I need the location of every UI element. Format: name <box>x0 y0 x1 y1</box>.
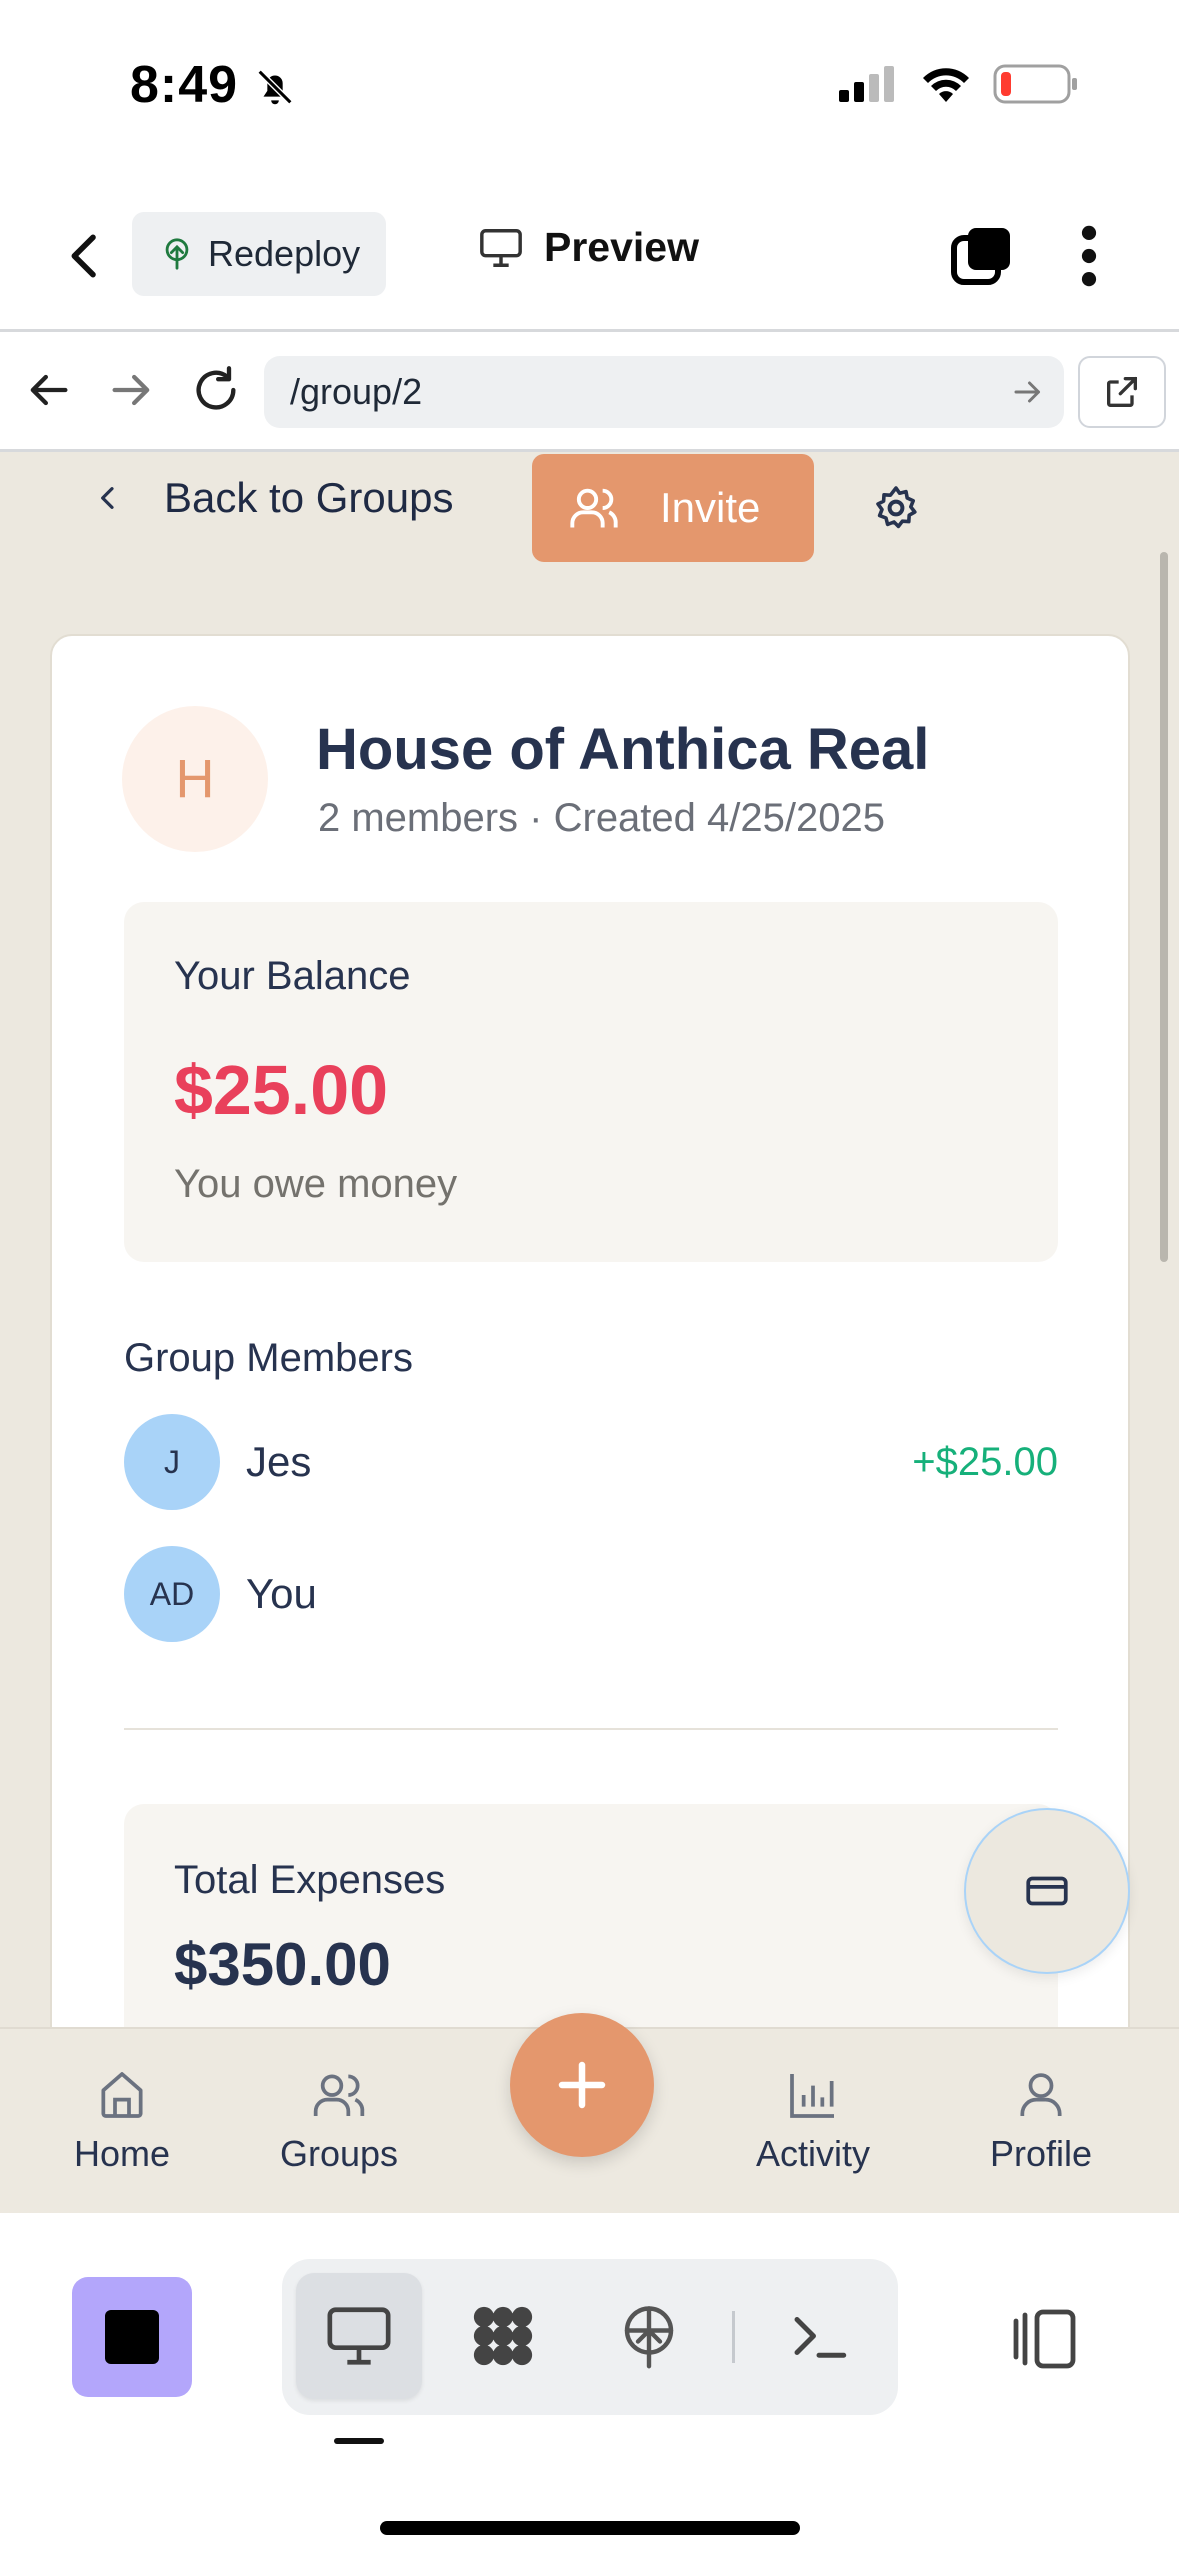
back-to-groups-label: Back to Groups <box>164 474 454 521</box>
monitor-icon <box>480 228 522 267</box>
add-expense-button[interactable] <box>510 2013 654 2157</box>
active-indicator <box>334 2438 384 2444</box>
browser-bar: /group/2 <box>0 332 1179 450</box>
nav-activity[interactable]: Activity <box>756 2067 870 2175</box>
reload-icon[interactable] <box>190 364 242 416</box>
member-row[interactable]: AD You <box>124 1546 1058 1642</box>
member-avatar: J <box>124 1414 220 1510</box>
members-title: Group Members <box>124 1336 413 1380</box>
plus-icon <box>558 2061 606 2109</box>
balance-panel: Your Balance $25.00 You owe money <box>124 902 1058 1262</box>
member-avatar: AD <box>124 1546 220 1642</box>
balance-amount: $25.00 <box>174 1051 389 1129</box>
home-indicator[interactable] <box>380 2521 800 2535</box>
total-expenses-panel: Total Expenses $350.00 <box>124 1804 1058 2027</box>
back-to-groups-link[interactable]: Back to Groups <box>92 474 453 522</box>
member-name: Jes <box>246 1438 312 1485</box>
preview-tool-button[interactable] <box>296 2273 422 2399</box>
users-icon <box>313 2074 365 2116</box>
status-time: 8:49 <box>130 56 239 114</box>
group-card: H House of Anthica Real 2 members · Crea… <box>50 634 1130 2027</box>
group-avatar: H <box>122 706 268 852</box>
more-vertical-icon[interactable] <box>1072 224 1106 288</box>
status-indicators <box>839 64 1079 104</box>
deploy-tree-icon <box>165 238 189 270</box>
deploy-tool-button[interactable] <box>586 2273 712 2399</box>
external-link-icon <box>1107 377 1137 407</box>
tabs-stack-icon[interactable] <box>950 224 1014 288</box>
url-text: /group/2 <box>290 371 423 412</box>
go-arrow-icon[interactable] <box>1010 374 1046 410</box>
total-expenses-label: Total Expenses <box>174 1858 446 1902</box>
stop-button[interactable] <box>72 2277 192 2397</box>
preview-tab[interactable]: Preview <box>478 224 699 271</box>
member-balance: +$25.00 <box>912 1439 1058 1484</box>
redeploy-button[interactable]: Redeploy <box>132 212 386 296</box>
group-header: Back to Groups Invite <box>0 452 1179 567</box>
monitor-icon <box>327 2307 391 2365</box>
group-title: House of Anthica Real <box>316 717 930 782</box>
credit-card-icon <box>1026 1876 1068 1906</box>
member-row[interactable]: J Jes +$25.00 <box>124 1414 1058 1510</box>
url-input[interactable]: /group/2 <box>264 356 1064 428</box>
invite-button[interactable]: Invite <box>532 454 814 562</box>
divider <box>732 2311 735 2363</box>
editor-toolbar <box>0 2213 1179 2556</box>
agent-tool-button[interactable] <box>440 2273 566 2399</box>
users-icon <box>570 488 618 528</box>
nav-activity-label: Activity <box>756 2133 871 2174</box>
forward-arrow-icon[interactable] <box>106 364 158 416</box>
app-content: Back to Groups Invite H House of Anthica… <box>0 452 1179 2027</box>
nav-groups[interactable]: Groups <box>280 2067 398 2175</box>
bar-chart-icon <box>790 2074 834 2118</box>
nav-home[interactable]: Home <box>74 2067 170 2175</box>
home-icon <box>101 2072 143 2118</box>
scrollbar[interactable] <box>1160 552 1168 1262</box>
gear-icon[interactable] <box>872 484 920 532</box>
app-bar: Redeploy Preview <box>0 200 1179 330</box>
nav-profile[interactable]: Profile <box>990 2067 1092 2175</box>
member-name: You <box>246 1570 317 1617</box>
user-icon <box>1020 2073 1062 2116</box>
status-bar: 8:49 <box>0 0 1179 170</box>
balance-label: Your Balance <box>174 954 411 998</box>
preview-label: Preview <box>544 224 699 270</box>
back-arrow-icon[interactable] <box>22 364 74 416</box>
total-expenses-amount: $350.00 <box>174 1931 391 1998</box>
open-external-button[interactable] <box>1078 356 1166 428</box>
nav-profile-label: Profile <box>990 2133 1093 2174</box>
terminal-icon <box>794 2317 847 2358</box>
cellular-signal-icon <box>839 66 894 102</box>
shell-tool-button[interactable] <box>756 2273 882 2399</box>
stop-icon <box>105 2310 159 2364</box>
bottom-nav: Home Groups Activity Profile <box>0 2013 1179 2213</box>
nav-home-label: Home <box>74 2133 171 2174</box>
split-view-icon[interactable] <box>1010 2303 1082 2375</box>
invite-label: Invite <box>660 484 761 531</box>
tool-group <box>282 2259 898 2415</box>
balance-note: You owe money <box>174 1162 458 1206</box>
redeploy-label: Redeploy <box>208 233 361 274</box>
wifi-icon <box>923 68 969 102</box>
chevron-left-icon <box>101 487 114 509</box>
back-chevron-icon[interactable] <box>58 228 114 284</box>
payment-fab-button[interactable] <box>964 1808 1130 1974</box>
battery-icon <box>993 64 1077 104</box>
bell-muted-icon <box>257 69 293 105</box>
nav-groups-label: Groups <box>280 2133 399 2174</box>
agent-icon <box>473 2306 533 2366</box>
group-subtitle: 2 members · Created 4/25/2025 <box>318 796 885 840</box>
deploy-icon <box>624 2306 674 2369</box>
divider <box>124 1728 1058 1730</box>
